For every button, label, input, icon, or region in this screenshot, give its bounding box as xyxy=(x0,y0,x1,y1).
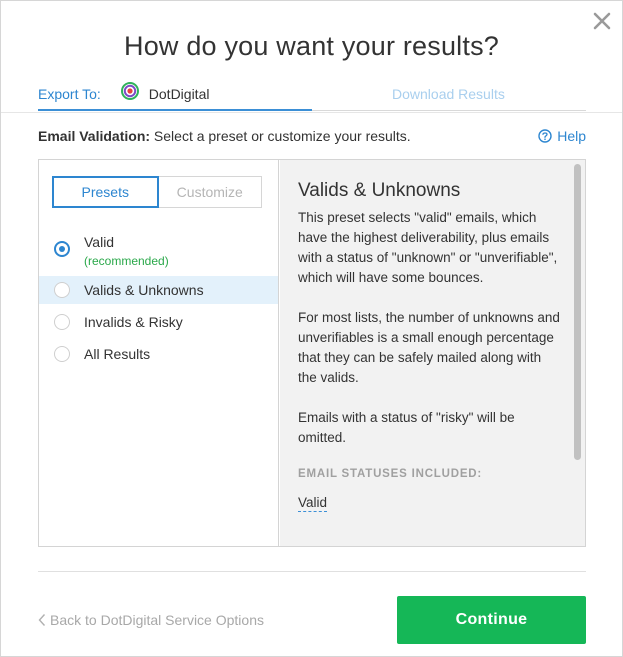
radio-all-results[interactable] xyxy=(54,346,70,362)
preset-list-pane: Presets Customize Valid (recommended) Va… xyxy=(39,160,279,546)
option-invalids-risky-label: Invalids & Risky xyxy=(84,314,183,330)
chevron-left-icon xyxy=(38,614,46,626)
export-to-label: Export To: xyxy=(38,86,101,102)
back-link-label: Back to DotDigital Service Options xyxy=(50,612,264,628)
preset-detail-content: Valids & Unknowns This preset selects "v… xyxy=(298,180,560,512)
status-item[interactable]: Valid xyxy=(298,495,328,512)
help-link[interactable]: Help xyxy=(538,128,586,144)
validation-row: Email Validation: Select a preset or cus… xyxy=(38,128,586,144)
statuses-header: EMAIL STATUSES INCLUDED: xyxy=(298,468,483,480)
validation-label: Email Validation: xyxy=(38,128,151,144)
preset-detail-para-3: Emails with a status of "risky" will be … xyxy=(298,410,515,445)
dialog-title: How do you want your results? xyxy=(124,31,499,61)
radio-valid[interactable] xyxy=(54,241,70,257)
preset-detail-para-1: This preset selects "valid" emails, whic… xyxy=(298,210,558,285)
option-all-results[interactable]: All Results xyxy=(39,340,278,368)
recommended-badge: (recommended) xyxy=(84,254,169,268)
preset-detail-heading: Valids & Unknowns xyxy=(298,180,461,201)
option-valids-unknowns-label: Valids & Unknowns xyxy=(84,282,204,298)
option-valid-label: Valid xyxy=(84,234,115,250)
export-tabs: Export To: DotDigital Download Results xyxy=(38,81,586,111)
validation-description: Select a preset or customize your result… xyxy=(150,128,411,144)
presets-button[interactable]: Presets xyxy=(52,176,159,208)
tab-export-to[interactable]: Export To: DotDigital xyxy=(38,81,312,111)
close-icon[interactable] xyxy=(590,9,614,33)
radio-valids-unknowns[interactable] xyxy=(54,282,70,298)
option-valids-unknowns[interactable]: Valids & Unknowns xyxy=(39,276,278,304)
preset-panel: Presets Customize Valid (recommended) Va… xyxy=(38,159,586,547)
continue-button[interactable]: Continue xyxy=(397,596,586,644)
footer-divider xyxy=(38,571,586,572)
header-divider xyxy=(1,112,622,113)
option-valid[interactable]: Valid (recommended) xyxy=(39,232,278,272)
dotdigital-logo-icon xyxy=(120,82,139,100)
radio-invalids-risky[interactable] xyxy=(54,314,70,330)
option-all-results-label: All Results xyxy=(84,346,151,362)
preset-detail-para-2: For most lists, the number of unknowns a… xyxy=(298,310,560,385)
option-invalids-risky[interactable]: Invalids & Risky xyxy=(39,308,278,336)
detail-scrollbar[interactable] xyxy=(574,164,581,460)
tab-download-results[interactable]: Download Results xyxy=(392,86,505,102)
question-circle-icon xyxy=(538,129,552,143)
customize-button[interactable]: Customize xyxy=(158,176,262,208)
preset-mode-toggle: Presets Customize xyxy=(52,176,262,208)
export-results-dialog: How do you want your results? Export To:… xyxy=(0,0,623,657)
help-label: Help xyxy=(557,128,586,144)
back-link[interactable]: Back to DotDigital Service Options xyxy=(38,612,264,628)
preset-detail-pane[interactable]: Valids & Unknowns This preset selects "v… xyxy=(280,160,585,546)
provider-name: DotDigital xyxy=(148,86,210,102)
